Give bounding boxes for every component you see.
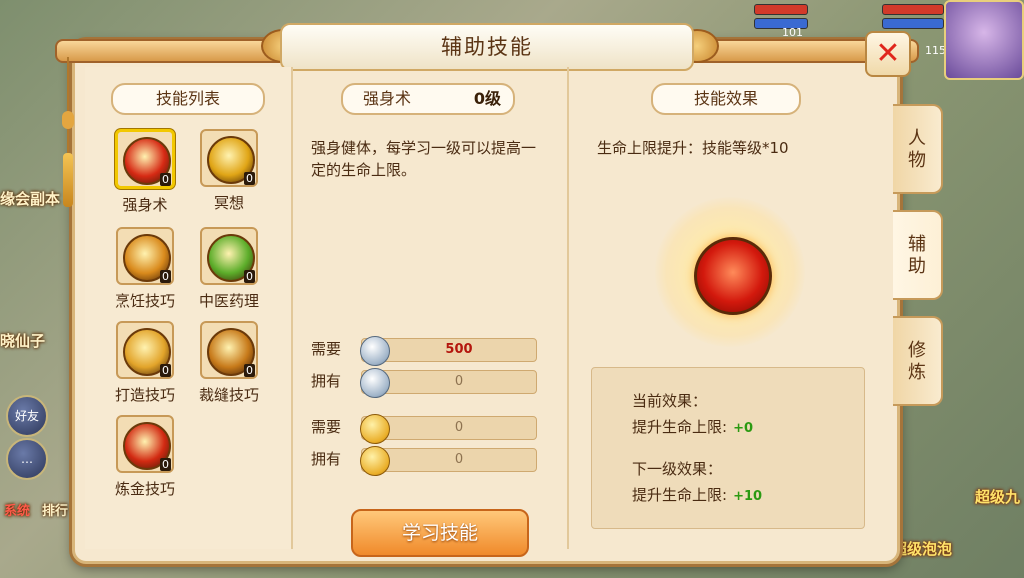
skill-count: 0 [160,458,171,471]
side-tab-char: 辅 [908,234,926,255]
panel-title: 辅助技能 [280,23,694,71]
skill-detail-column: 强身术 0级 强身健体，每学习一级可以提高一定的生命上限。 需要 500 拥有 0 需要… [297,67,559,557]
side-tab-char: 人 [908,128,926,149]
resource-bar: 0 [360,368,537,398]
side-tab-char: 修 [908,340,926,361]
skill-description: 强身健体，每学习一级可以提高一定的生命上限。 [311,139,537,179]
side-tab[interactable]: 辅助 [893,210,943,300]
resource-label: 拥有 [311,450,342,468]
skill-name: 冥想 [213,194,244,212]
system-label[interactable]: 系统 [4,500,30,519]
resource-label: 需要 [311,418,342,436]
side-tab-char: 物 [908,150,926,171]
side-tab[interactable]: 人物 [893,104,943,194]
resource-bar: 0 [360,414,537,444]
resource-row: 拥有 0 [311,445,551,476]
resource-value: 0 [454,452,464,467]
selected-skill-large-icon [694,237,772,315]
resource-row: 需要 500 [311,335,551,366]
next-effect-title: 下一级效果： [632,460,723,478]
next-effect-value: +10 [733,489,763,504]
selected-skill-tag: 强身术 0级 [341,83,515,115]
bg-right-name-1: 超级九 [975,488,1021,506]
skill-name: 中医药理 [198,292,259,310]
skill-count: 0 [244,364,255,377]
resource-row: 拥有 0 [311,367,551,398]
skill-effect-header: 技能效果 [651,83,801,115]
resource-value: 500 [445,342,473,357]
player-hp-bar [882,4,944,15]
skill-icon[interactable]: 0 [200,129,258,187]
player-avatar[interactable] [944,0,1024,80]
skill-name: 打造技巧 [114,386,175,404]
skill-name: 强身术 [122,196,168,214]
player-level: 115 [925,44,946,57]
skill-count: 0 [160,270,171,283]
party-hp-bar [754,4,808,15]
skill-name: 裁缝技巧 [198,386,259,404]
resource-value: 0 [454,420,464,435]
skill-item[interactable]: 0 打造技巧 [105,321,185,405]
resource-bar: 500 [360,336,537,366]
chat-button[interactable]: … [6,438,48,480]
resource-value: 0 [454,374,464,389]
skill-icon[interactable]: 0 [116,321,174,379]
tassel-ornament [61,57,75,207]
skill-icon[interactable]: 0 [116,415,174,473]
skill-item[interactable]: 0 强身术 [105,129,185,215]
side-tab-char: 炼 [908,362,926,383]
skill-item[interactable]: 0 中医药理 [189,227,269,311]
skill-item[interactable]: 0 烹饪技巧 [105,227,185,311]
skill-effect-column: 技能效果 生命上限提升：技能等级*10 当前效果： 提升生命上限: +0 下一级效… [567,67,885,549]
side-tab[interactable]: 修炼 [893,316,943,406]
resource-row: 需要 0 [311,413,551,444]
current-effect-text: 提升生命上限: [632,418,728,436]
next-effect-line: 提升生命上限: +10 [632,484,762,505]
skill-name: 炼金技巧 [114,480,175,498]
skill-item[interactable]: 0 冥想 [189,129,269,213]
ranking-label[interactable]: 排行 [42,500,68,519]
current-effect-value: +0 [733,421,754,436]
skill-icon[interactable]: 0 [200,227,258,285]
resource-label: 需要 [311,340,342,358]
skill-icon[interactable]: 0 [116,227,174,285]
selected-skill-level: 0级 [473,89,501,108]
resource-bar: 0 [360,446,537,476]
party-level: 101 [782,26,803,39]
skill-icon[interactable]: 0 [200,321,258,379]
next-effect-text: 提升生命上限: [632,486,728,504]
bg-right-name-2: 超级泡泡 [892,540,953,558]
bg-dungeon-label[interactable]: 缘会副本 [0,188,60,209]
learn-skill-button[interactable]: 学习技能 [351,509,529,557]
skill-name: 烹饪技巧 [114,292,175,310]
skill-icon[interactable]: 0 [115,129,175,189]
skill-item[interactable]: 0 炼金技巧 [105,415,185,499]
current-effect-line: 提升生命上限: +0 [632,416,753,437]
skill-list-header: 技能列表 [111,83,265,115]
skill-list-column: 技能列表 0 强身术 0 冥想 0 烹饪技巧 0 中医药理 0 打造技巧 0 裁缝技巧 0 炼金技巧 [85,67,293,549]
auxiliary-skills-panel: 辅助技能 ✕ 技能列表 0 强身术 0 冥想 0 烹饪技巧 0 中医药理 0 打造技巧 0 裁缝技巧 0… [55,23,919,564]
player-mp-bar [882,18,944,29]
skill-count: 0 [244,270,255,283]
current-effect-title: 当前效果： [632,392,708,410]
side-tab-char: 助 [908,256,926,277]
friends-button[interactable]: 好友 [6,395,48,437]
skill-count: 0 [244,172,255,185]
effect-box: 当前效果： 提升生命上限: +0 下一级效果： 提升生命上限: +10 [591,367,865,529]
effect-formula: 生命上限提升：技能等级*10 [597,139,789,157]
selected-skill-name: 强身术 [363,89,412,108]
resource-label: 拥有 [311,372,342,390]
skill-item[interactable]: 0 裁缝技巧 [189,321,269,405]
skill-count: 0 [160,173,171,186]
skill-count: 0 [160,364,171,377]
bg-npc-name: 晓仙子 [0,332,46,350]
